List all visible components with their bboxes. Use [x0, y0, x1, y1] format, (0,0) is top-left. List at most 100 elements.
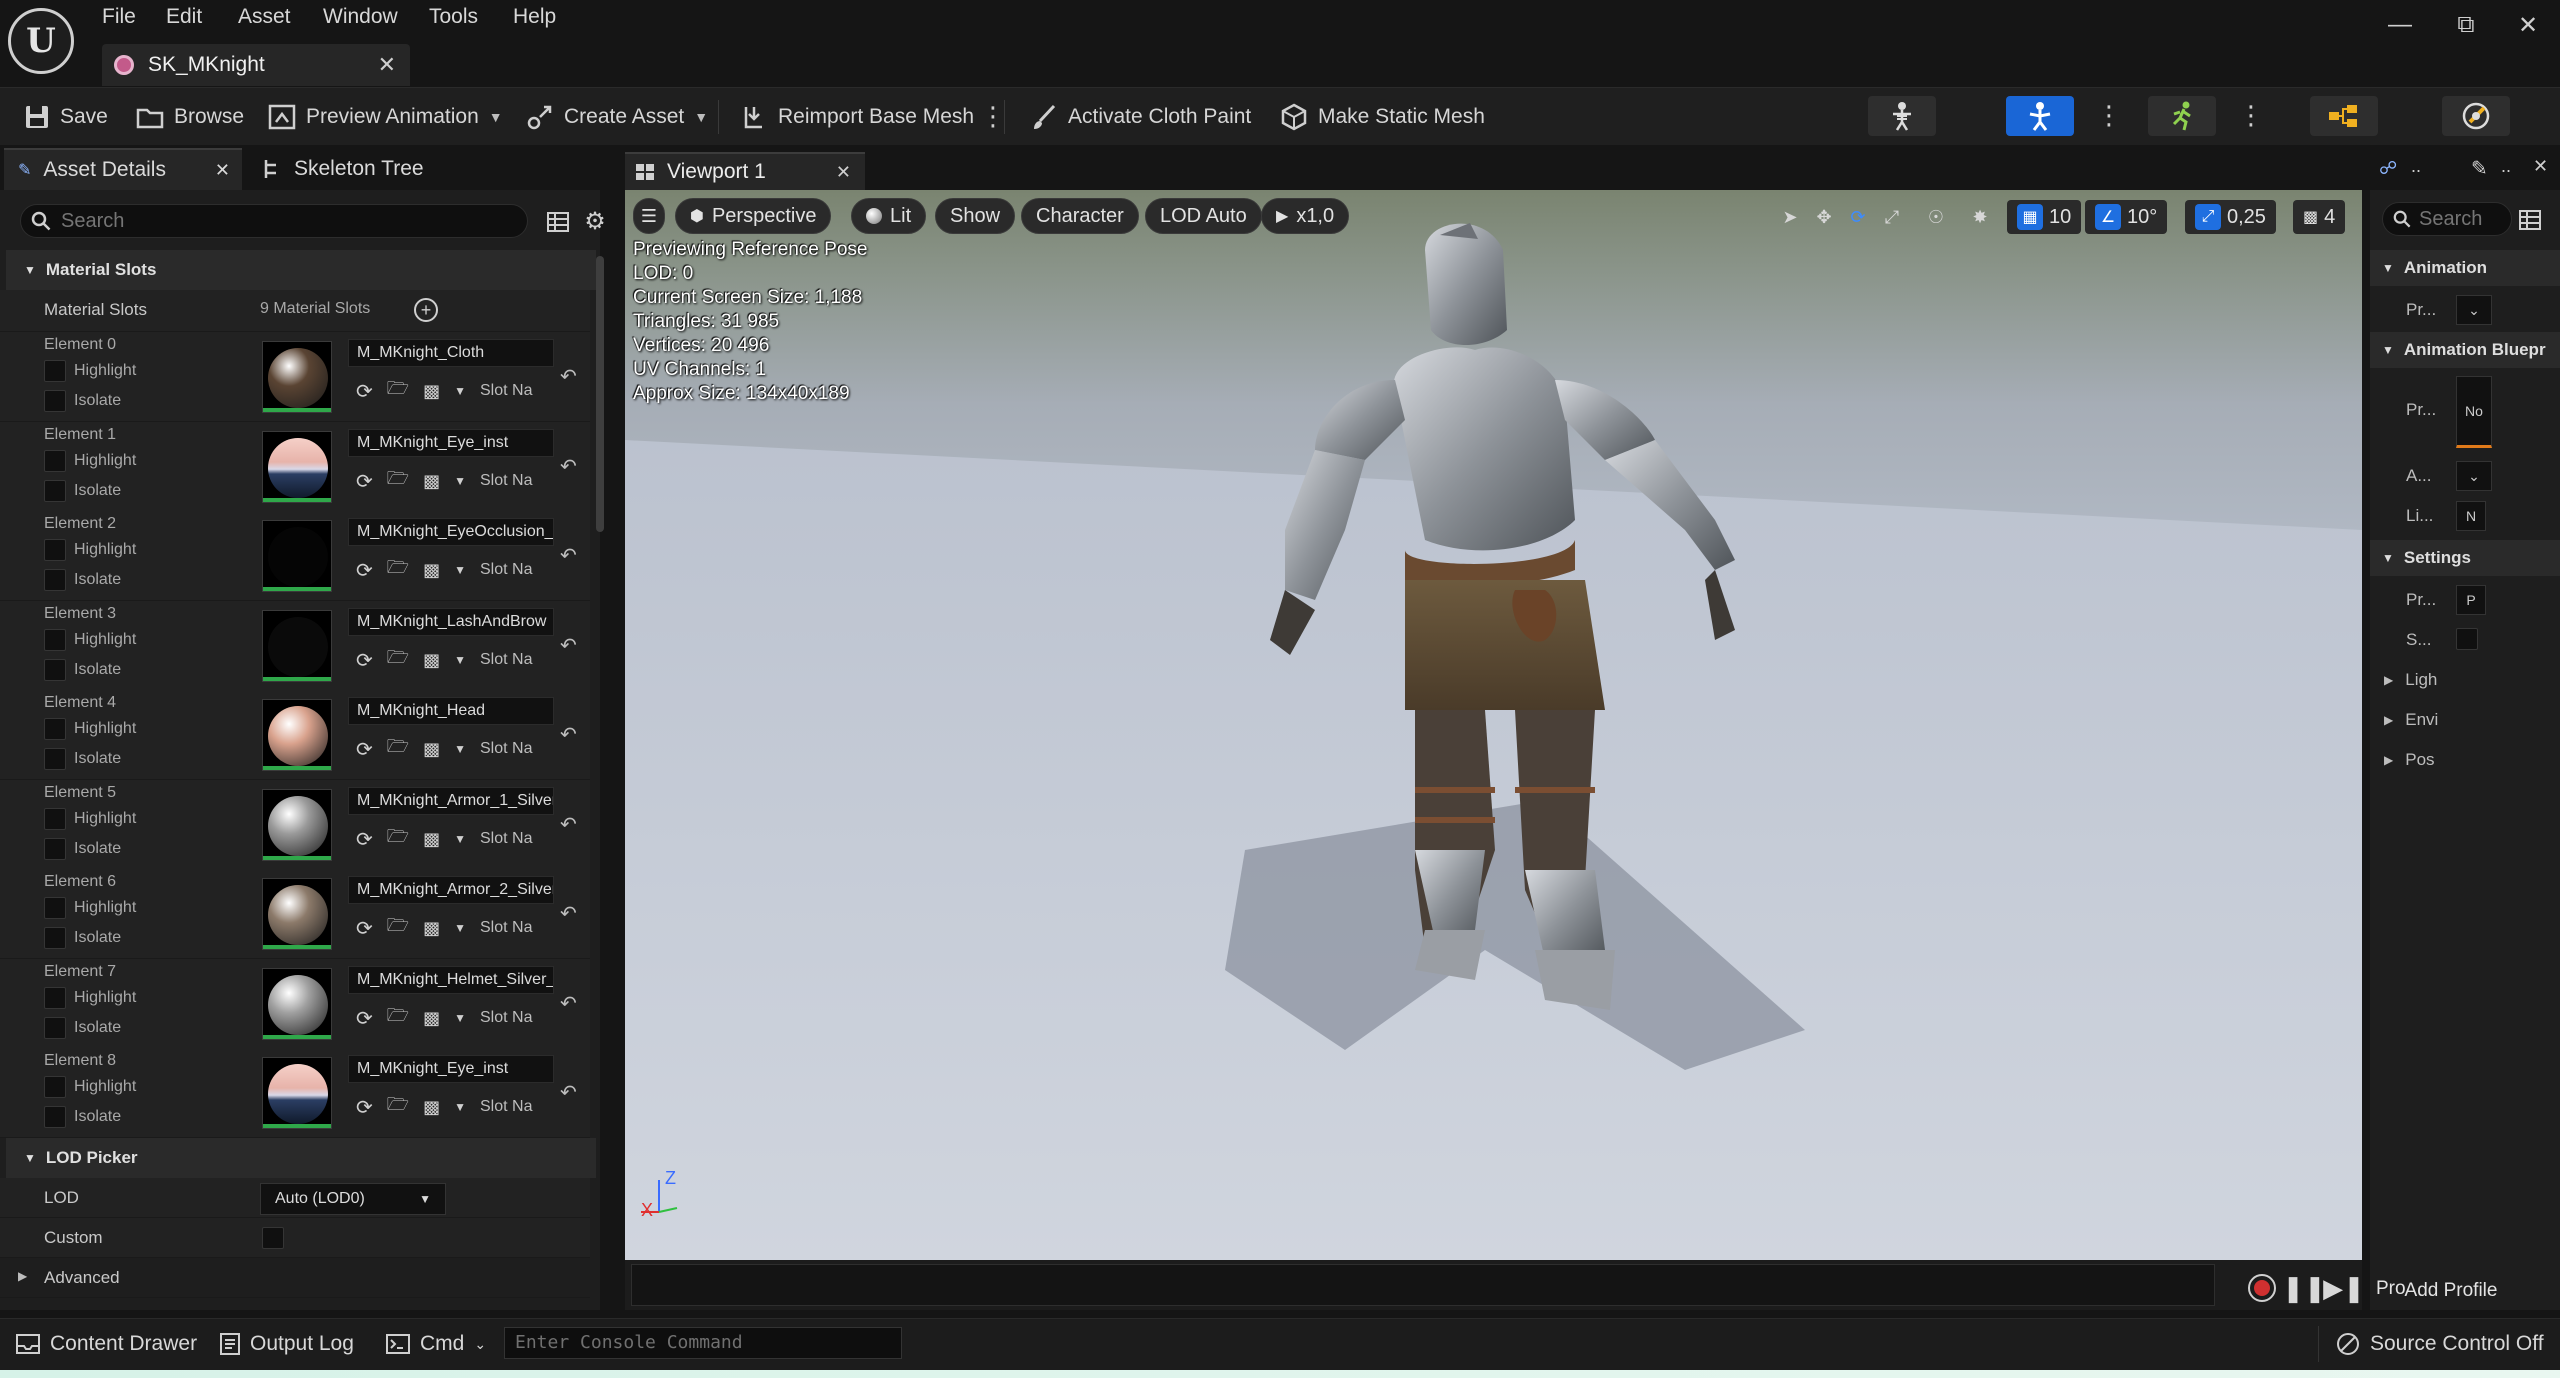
- menu-file[interactable]: File: [102, 0, 136, 34]
- isolate-checkbox[interactable]: [44, 480, 66, 502]
- material-name-field[interactable]: M_MKnight_EyeOcclusion_i: [348, 518, 554, 546]
- menu-window[interactable]: Window: [323, 0, 398, 34]
- material-name-field[interactable]: M_MKnight_Head: [348, 697, 554, 725]
- isolate-checkbox[interactable]: [44, 659, 66, 681]
- material-picker-icon[interactable]: ▩: [423, 1097, 440, 1118]
- table-view-icon[interactable]: [546, 210, 570, 234]
- use-selected-icon[interactable]: ⟳: [356, 1095, 373, 1120]
- preview-controller-select[interactable]: ⌄: [2456, 295, 2492, 325]
- translate-icon[interactable]: ✥: [1807, 202, 1841, 232]
- animation-blueprint-section-header[interactable]: ▼ Animation Bluepr: [2370, 332, 2560, 368]
- preview-animation-button[interactable]: Preview Animation ▼: [268, 88, 503, 146]
- scale-snap-control[interactable]: ⤢ 0,25: [2185, 200, 2276, 234]
- tab-asset-details[interactable]: ✎ Asset Details ✕: [4, 148, 242, 190]
- pause-icon[interactable]: ❚❚: [2282, 1272, 2326, 1304]
- isolate-checkbox[interactable]: [44, 927, 66, 949]
- material-name-field[interactable]: M_MKnight_Eye_inst: [348, 429, 554, 457]
- material-picker-icon[interactable]: ▩: [423, 471, 440, 492]
- world-local-icon[interactable]: ☉: [1919, 202, 1953, 232]
- tab-skeleton-tree[interactable]: Skeleton Tree: [248, 148, 488, 190]
- material-thumbnail[interactable]: [262, 520, 332, 592]
- material-name-field[interactable]: M_MKnight_Eye_inst: [348, 1055, 554, 1083]
- right-search-input[interactable]: [2382, 202, 2512, 236]
- material-thumbnail[interactable]: [262, 878, 332, 950]
- chevron-down-icon[interactable]: ▼: [454, 921, 466, 935]
- angle-snap-control[interactable]: ∠ 10°: [2085, 200, 2168, 234]
- browse-folder-icon[interactable]: 🗁: [387, 466, 409, 496]
- material-name-field[interactable]: M_MKnight_Armor_2_Silver: [348, 876, 554, 904]
- reset-to-default-icon[interactable]: ↶: [560, 543, 577, 568]
- material-picker-icon[interactable]: ▩: [423, 1008, 440, 1029]
- chevron-down-icon[interactable]: ▼: [454, 1011, 466, 1025]
- highlight-checkbox[interactable]: [44, 718, 66, 740]
- browse-folder-icon[interactable]: 🗁: [387, 1003, 409, 1033]
- material-thumbnail[interactable]: [262, 1057, 332, 1129]
- grid-snap-control[interactable]: ▦ 10: [2007, 200, 2082, 234]
- highlight-checkbox[interactable]: [44, 1076, 66, 1098]
- material-thumbnail[interactable]: [262, 968, 332, 1040]
- viewport-canvas[interactable]: ☰ ⬢ Perspective Lit Show Character LOD A…: [625, 190, 2362, 1260]
- highlight-checkbox[interactable]: [44, 360, 66, 382]
- table-view-icon[interactable]: [2518, 208, 2542, 232]
- close-tab-icon[interactable]: ✕: [836, 162, 851, 183]
- menu-help[interactable]: Help: [513, 0, 556, 34]
- tab-viewport-1[interactable]: Viewport 1 ✕: [625, 152, 865, 190]
- browse-folder-icon[interactable]: 🗁: [387, 913, 409, 943]
- use-selected-icon[interactable]: ⟳: [356, 469, 373, 494]
- material-name-field[interactable]: M_MKnight_Helmet_Silver_: [348, 966, 554, 994]
- browse-folder-icon[interactable]: 🗁: [387, 1092, 409, 1122]
- add-profile-button[interactable]: Add Profile: [2372, 1276, 2530, 1306]
- profile-field[interactable]: P: [2456, 585, 2486, 615]
- isolate-checkbox[interactable]: [44, 1017, 66, 1039]
- material-name-field[interactable]: M_MKnight_Armor_1_Silver: [348, 787, 554, 815]
- material-picker-icon[interactable]: ▩: [423, 918, 440, 939]
- reset-to-default-icon[interactable]: ↶: [560, 722, 577, 747]
- lod-picker-section-header[interactable]: ▼ LOD Picker: [6, 1138, 596, 1178]
- browse-folder-icon[interactable]: 🗁: [387, 824, 409, 854]
- highlight-checkbox[interactable]: [44, 629, 66, 651]
- close-tab-icon[interactable]: ✕: [215, 160, 230, 181]
- menu-edit[interactable]: Edit: [166, 0, 202, 34]
- add-material-slot-icon[interactable]: +: [414, 298, 438, 322]
- close-tab-icon[interactable]: ✕: [378, 52, 396, 78]
- use-selected-icon[interactable]: ⟳: [356, 379, 373, 404]
- material-picker-icon[interactable]: ▩: [423, 650, 440, 671]
- minimize-icon[interactable]: —: [2380, 8, 2420, 42]
- reimport-options-icon[interactable]: ⋮: [980, 102, 1006, 132]
- animation-section-header[interactable]: ▼ Animation: [2370, 250, 2560, 286]
- browse-folder-icon[interactable]: 🗁: [387, 645, 409, 675]
- scale-icon[interactable]: ⤢: [1875, 202, 1909, 232]
- lod-select[interactable]: Auto (LOD0) ▼: [260, 1183, 446, 1215]
- material-name-field[interactable]: M_MKnight_LashAndBrow: [348, 608, 554, 636]
- use-selected-icon[interactable]: ⟳: [356, 558, 373, 583]
- console-command-input[interactable]: Enter Console Command: [504, 1327, 902, 1359]
- reset-to-default-icon[interactable]: ↶: [560, 991, 577, 1016]
- details-search-input[interactable]: [20, 204, 528, 238]
- chevron-down-icon[interactable]: ▼: [454, 653, 466, 667]
- viewport-command-field[interactable]: [631, 1264, 2215, 1306]
- lighting-section[interactable]: ▶ Ligh: [2370, 660, 2560, 700]
- record-button[interactable]: [2246, 1272, 2278, 1304]
- material-picker-icon[interactable]: ▩: [423, 739, 440, 760]
- perspective-button[interactable]: ⬢ Perspective: [675, 198, 832, 234]
- chevron-down-icon[interactable]: ▼: [454, 474, 466, 488]
- s-checkbox[interactable]: [2456, 628, 2478, 650]
- isolate-checkbox[interactable]: [44, 1106, 66, 1128]
- browse-button[interactable]: Browse: [136, 88, 244, 146]
- menu-asset[interactable]: Asset: [238, 0, 291, 34]
- advanced-row[interactable]: ▶ Advanced: [0, 1258, 590, 1298]
- close-icon[interactable]: ✕: [2508, 8, 2548, 42]
- environment-section[interactable]: ▶ Envi: [2370, 700, 2560, 740]
- create-asset-button[interactable]: Create Asset ▼: [526, 88, 708, 146]
- chevron-down-icon[interactable]: ▼: [454, 1100, 466, 1114]
- preview-mesh-thumbnail[interactable]: No: [2456, 376, 2492, 448]
- output-log-button[interactable]: Output Log: [220, 1318, 354, 1370]
- chevron-down-icon[interactable]: ▼: [454, 563, 466, 577]
- anim-class-select[interactable]: ⌄: [2456, 461, 2492, 491]
- chevron-down-icon[interactable]: ▼: [454, 832, 466, 846]
- reset-to-default-icon[interactable]: ↶: [560, 812, 577, 837]
- animation-mode-button[interactable]: [2148, 96, 2216, 136]
- lod-auto-button[interactable]: LOD Auto: [1145, 198, 1262, 234]
- material-picker-icon[interactable]: ▩: [423, 381, 440, 402]
- lit-mode-button[interactable]: Lit: [851, 198, 927, 234]
